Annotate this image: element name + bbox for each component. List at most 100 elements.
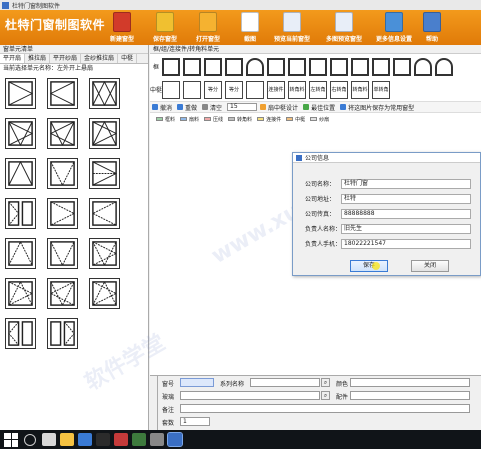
clear-icon — [202, 104, 209, 110]
save-window-button[interactable]: 保存窗型 — [143, 11, 187, 44]
unit-thumbnail[interactable] — [5, 158, 36, 189]
manager-phone-field[interactable]: 18022221547 — [341, 238, 471, 249]
mullion-shape[interactable]: 转角料 — [288, 81, 306, 99]
series-search-icon[interactable]: ⌕ — [321, 378, 330, 387]
frame-shape[interactable] — [183, 58, 201, 76]
search-icon[interactable] — [24, 433, 36, 446]
frame-shape[interactable] — [372, 58, 390, 76]
quantity-field[interactable]: 1 — [180, 417, 210, 426]
open-window-button[interactable]: 打开窗型 — [186, 11, 230, 44]
help-button[interactable]: 帮助 — [410, 11, 454, 44]
new-window-button[interactable]: 新建窗型 — [100, 11, 144, 44]
task-view-icon[interactable] — [42, 433, 56, 446]
best-position-button[interactable]: 最佳位置 — [303, 103, 335, 112]
frame-shape[interactable] — [267, 58, 285, 76]
start-icon[interactable] — [4, 432, 18, 447]
unit-thumbnail[interactable] — [47, 198, 78, 229]
color-legend: 框料 扇料 压线 转角料 连接件 中梃 纱扇 — [156, 115, 481, 123]
window-title: 杜特门窗制图软件 — [12, 2, 61, 10]
preview-current-button[interactable]: 预览当前窗型 — [270, 11, 314, 44]
app-green-icon[interactable] — [132, 433, 146, 446]
tab-sliding-screen[interactable]: 金纱推拉扇 — [81, 54, 119, 63]
app-red-icon[interactable] — [114, 433, 128, 446]
file-explorer-icon[interactable] — [60, 433, 74, 446]
mullion-shape[interactable]: 左转角 — [309, 81, 327, 99]
unit-thumbnail[interactable] — [89, 278, 120, 309]
mullion-shape[interactable] — [162, 81, 180, 99]
mullion-shape[interactable] — [246, 81, 264, 99]
mullion-shape[interactable] — [183, 81, 201, 99]
app-gray-icon[interactable] — [150, 433, 164, 446]
mullion-shape[interactable]: 右转角 — [330, 81, 348, 99]
note-field[interactable] — [180, 404, 470, 413]
redo-icon — [177, 104, 184, 110]
frame-shape[interactable] — [435, 58, 453, 76]
unit-thumbnail[interactable] — [5, 238, 36, 269]
terminal-icon[interactable] — [96, 433, 110, 446]
unit-thumbnail[interactable] — [89, 78, 120, 109]
frame-shape[interactable] — [330, 58, 348, 76]
frame-shape[interactable] — [414, 58, 432, 76]
save-button[interactable]: 保存 — [350, 260, 388, 272]
glass-search-icon[interactable]: ⌕ — [321, 391, 330, 400]
manager-name-field[interactable]: 旧先生 — [341, 223, 471, 234]
mullion-shape[interactable]: 单转角 — [372, 81, 390, 99]
mullion-shape[interactable]: 转角料 — [351, 81, 369, 99]
color-field[interactable] — [350, 378, 470, 387]
company-name-field[interactable]: 杜特门窗 — [341, 178, 471, 189]
grid-icon — [260, 104, 267, 110]
frame-shape[interactable] — [162, 58, 180, 76]
unit-thumbnail[interactable] — [47, 158, 78, 189]
screenshot-button[interactable]: 截图 — [228, 11, 272, 44]
frame-shape[interactable] — [225, 58, 243, 76]
mullion-shape[interactable]: 等分 — [204, 81, 222, 99]
window-no-field[interactable] — [180, 378, 214, 387]
windows-taskbar — [0, 430, 481, 449]
unit-thumbnail[interactable] — [5, 118, 36, 149]
company-address-field[interactable]: 杜特 — [341, 193, 471, 204]
browser-icon[interactable] — [78, 433, 92, 446]
unit-thumbnail[interactable] — [5, 198, 36, 229]
unit-thumbnail[interactable] — [5, 278, 36, 309]
frame-shape[interactable] — [309, 58, 327, 76]
brand-title: 杜特门窗制图软件 — [5, 18, 106, 32]
dute-window-app-icon[interactable] — [167, 432, 183, 447]
unit-thumbnail[interactable] — [47, 318, 78, 349]
mullion-shape[interactable]: 等分 — [225, 81, 243, 99]
multi-preview-button[interactable]: 多图预览窗型 — [322, 11, 366, 44]
zoom-select[interactable]: 15 — [227, 103, 258, 111]
glass-field[interactable] — [180, 391, 320, 400]
window-no-label: 窗号 — [162, 381, 175, 388]
series-field[interactable] — [250, 378, 320, 387]
tab-sliding-sash[interactable]: 推拉扇 — [25, 54, 51, 63]
frame-shape[interactable] — [246, 58, 264, 76]
unit-thumbnail[interactable] — [47, 118, 78, 149]
frame-shape[interactable] — [288, 58, 306, 76]
tab-casement-screen[interactable]: 平开纱扇 — [50, 54, 82, 63]
close-button[interactable]: 关闭 — [411, 260, 449, 272]
redo-button[interactable]: 重做 — [177, 103, 197, 112]
save-common-button[interactable]: 将这图片保存为常用窗型 — [340, 103, 414, 112]
unit-thumbnail[interactable] — [89, 158, 120, 189]
company-info-dialog: 公司信息 公司名称： 杜特门窗 公司地址： 杜特 公司传真： 88888888 … — [292, 152, 481, 276]
middle-design-button[interactable]: 扇中梃设计 — [260, 103, 298, 112]
unit-thumbnail[interactable] — [89, 198, 120, 229]
tab-mullion[interactable]: 中梃 — [118, 54, 138, 63]
tab-casement-sash[interactable]: 平开扇 — [0, 54, 26, 63]
unit-thumbnail[interactable] — [47, 278, 78, 309]
frame-shape[interactable] — [351, 58, 369, 76]
mullion-shape[interactable]: 连接件 — [267, 81, 285, 99]
unit-thumbnail[interactable] — [5, 318, 36, 349]
unit-thumbnail[interactable] — [89, 238, 120, 269]
clear-button[interactable]: 清空 — [202, 103, 222, 112]
frame-shape[interactable] — [204, 58, 222, 76]
frame-shape[interactable] — [393, 58, 411, 76]
unit-thumbnail[interactable] — [89, 118, 120, 149]
unit-thumbnail[interactable] — [5, 78, 36, 109]
frame-units-header: 框/组/连接件/转角料单元 — [150, 45, 481, 54]
company-fax-field[interactable]: 88888888 — [341, 208, 471, 219]
unit-thumbnail[interactable] — [47, 78, 78, 109]
unit-thumbnail[interactable] — [47, 238, 78, 269]
undo-button[interactable]: 撤消 — [152, 103, 172, 112]
accessory-field[interactable] — [350, 391, 470, 400]
